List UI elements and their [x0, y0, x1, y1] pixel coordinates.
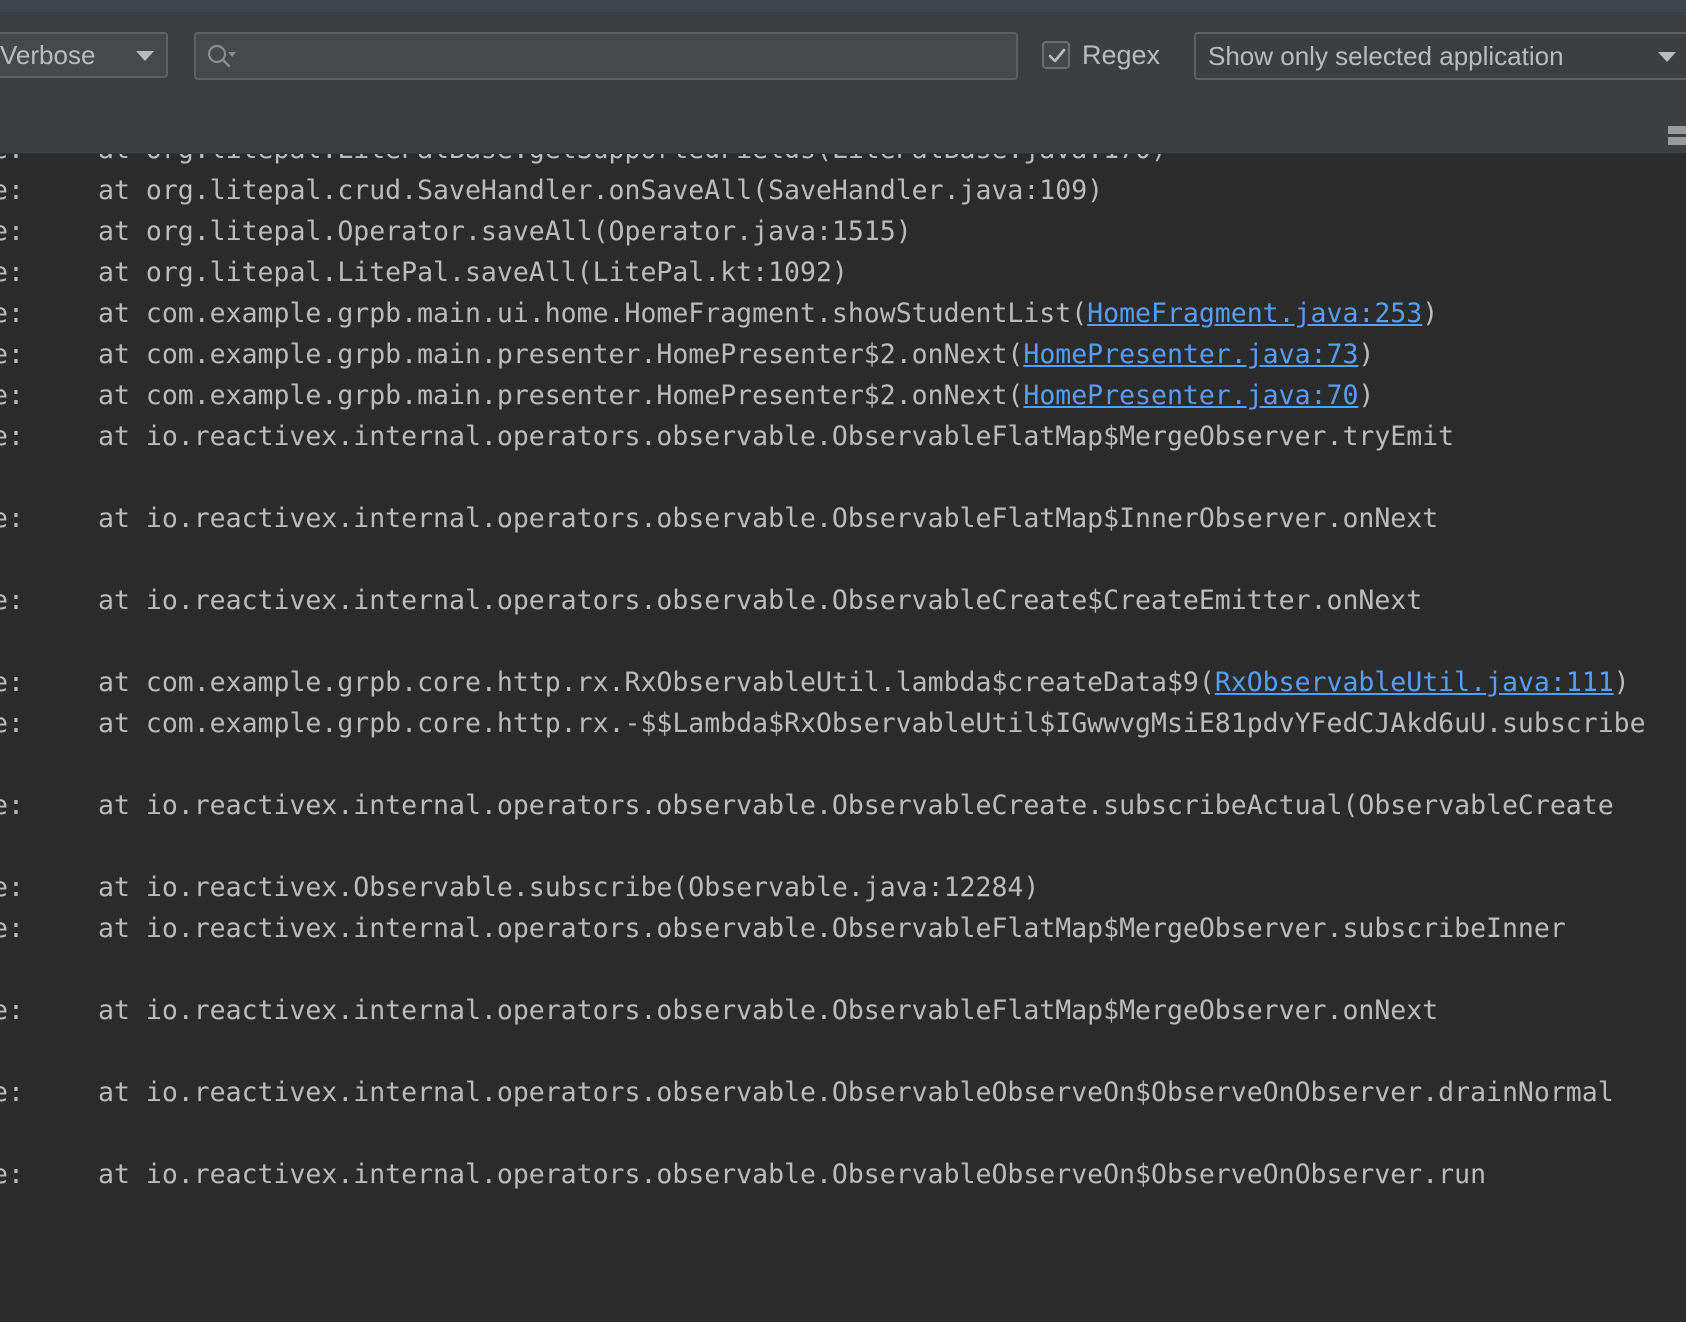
- log-line-prefix: e:: [0, 790, 24, 821]
- log-line-suffix: ): [1358, 380, 1375, 411]
- log-line-code: at com.example.grpb.core.http.rx.RxObser…: [98, 667, 1215, 698]
- log-line-text: at io.reactivex.internal.operators.obser…: [98, 784, 1614, 828]
- log-line: e: at io.reactivex.internal.operators.obs…: [0, 415, 1686, 459]
- log-line: e: at io.reactivex.internal.operators.obs…: [0, 579, 1686, 623]
- source-link[interactable]: HomePresenter.java:73: [1023, 339, 1358, 370]
- log-line-text: at org.litepal.Operator.saveAll(Operator…: [98, 210, 912, 254]
- log-level-value: Verbose: [0, 40, 96, 70]
- regex-label[interactable]: Regex: [1082, 38, 1160, 72]
- log-line-code: at io.reactivex.internal.operators.obser…: [98, 995, 1439, 1026]
- log-line: e: at io.reactivex.internal.operators.obs…: [0, 784, 1686, 828]
- log-line-text: at org.litepal.crud.SaveHandler.onSaveAl…: [98, 169, 1103, 213]
- log-line-code: at io.reactivex.Observable.subscribe(Obs…: [98, 872, 1040, 903]
- log-line-code: at io.reactivex.internal.operators.obser…: [98, 503, 1439, 534]
- log-line-code: at io.reactivex.internal.operators.obser…: [98, 585, 1423, 616]
- log-line-code: at com.example.grpb.main.presenter.HomeP…: [98, 380, 1024, 411]
- log-line: e: at io.reactivex.internal.operators.obs…: [0, 989, 1686, 1033]
- log-line-code: at com.example.grpb.main.presenter.HomeP…: [98, 339, 1024, 370]
- log-line-prefix: e:: [0, 421, 24, 452]
- log-line: e: at org.litepal.Operator.saveAll(Operat…: [0, 210, 1686, 254]
- logcat-toolbar: Verbose Regex Show only selected applica…: [0, 12, 1686, 154]
- log-line-code: at io.reactivex.internal.operators.obser…: [98, 1077, 1614, 1108]
- log-line-code: at io.reactivex.internal.operators.obser…: [98, 913, 1566, 944]
- log-line-prefix: e:: [0, 872, 24, 903]
- log-line: e: at org.litepal.crud.SaveHandler.onSave…: [0, 169, 1686, 213]
- log-line: e: at io.reactivex.Observable.subscribe(O…: [0, 866, 1686, 910]
- log-line: e: at com.example.grpb.core.http.rx.RxObs…: [0, 661, 1686, 705]
- log-line-text: at io.reactivex.internal.operators.obser…: [98, 1071, 1614, 1115]
- log-line: e: at io.reactivex.internal.operators.obs…: [0, 1153, 1686, 1197]
- log-line-prefix: e:: [0, 257, 24, 288]
- log-line-prefix: e:: [0, 585, 24, 616]
- log-line-text: at com.example.grpb.core.http.rx.RxObser…: [98, 661, 1630, 705]
- log-line: e: at com.example.grpb.main.presenter.Hom…: [0, 374, 1686, 418]
- app-filter-value: Show only selected application: [1208, 41, 1564, 71]
- window-top-strip: [0, 0, 1686, 12]
- log-line-prefix: e:: [0, 913, 24, 944]
- checkmark-icon: [1048, 48, 1066, 63]
- log-line-code: at org.litepal.crud.SaveHandler.onSaveAl…: [98, 175, 1104, 206]
- log-line-prefix: e:: [0, 995, 24, 1026]
- source-link[interactable]: HomePresenter.java:70: [1023, 380, 1358, 411]
- log-line-prefix: e:: [0, 175, 24, 206]
- log-line-text: at io.reactivex.internal.operators.obser…: [98, 989, 1438, 1033]
- log-line-prefix: e:: [0, 1159, 24, 1190]
- log-line-prefix: e:: [0, 1077, 24, 1108]
- source-link[interactable]: RxObservableUtil.java:111: [1215, 667, 1614, 698]
- log-line-code: at com.example.grpb.main.ui.home.HomeFra…: [98, 298, 1088, 329]
- log-line: e: at io.reactivex.internal.operators.obs…: [0, 1071, 1686, 1115]
- log-line-prefix: e:: [0, 503, 24, 534]
- log-line-prefix: e:: [0, 380, 24, 411]
- log-line-prefix: e:: [0, 298, 24, 329]
- log-line-text: at io.reactivex.internal.operators.obser…: [98, 1153, 1486, 1197]
- log-line-prefix: e:: [0, 667, 24, 698]
- log-line-text: at org.litepal.LitePal.saveAll(LitePal.k…: [98, 251, 848, 295]
- log-line: e: at com.example.grpb.main.presenter.Hom…: [0, 333, 1686, 377]
- log-level-dropdown[interactable]: Verbose: [0, 32, 168, 78]
- log-line-code: at org.litepal.Operator.saveAll(Operator…: [98, 216, 912, 247]
- log-line: e: at org.litepal.LitePal.saveAll(LitePal…: [0, 251, 1686, 295]
- log-line-code: at io.reactivex.internal.operators.obser…: [98, 421, 1455, 452]
- app-filter-dropdown[interactable]: Show only selected application: [1194, 32, 1686, 80]
- log-line-code: at io.reactivex.internal.operators.obser…: [98, 1159, 1487, 1190]
- log-line-text: at io.reactivex.internal.operators.obser…: [98, 415, 1454, 459]
- log-output[interactable]: e: at org.litepal.LitePalBase.getSupporte…: [0, 154, 1686, 1322]
- log-line-code: at com.example.grpb.core.http.rx.-$$Lamb…: [98, 708, 1646, 739]
- search-input[interactable]: [194, 32, 1018, 80]
- log-line: e: at io.reactivex.internal.operators.obs…: [0, 907, 1686, 951]
- chevron-down-icon: [1658, 52, 1676, 62]
- source-link[interactable]: HomeFragment.java:253: [1087, 298, 1422, 329]
- log-line-text: at com.example.grpb.main.presenter.HomeP…: [98, 333, 1374, 377]
- chevron-down-icon: [136, 51, 154, 61]
- log-line-suffix: ): [1358, 339, 1375, 370]
- log-line-text: at io.reactivex.internal.operators.obser…: [98, 497, 1438, 541]
- log-line-prefix: e:: [0, 708, 24, 739]
- log-line-suffix: ): [1613, 667, 1630, 698]
- panel-handle-icon[interactable]: [1668, 126, 1686, 146]
- log-line: e: at com.example.grpb.core.http.rx.-$$La…: [0, 702, 1686, 746]
- regex-checkbox[interactable]: [1042, 41, 1070, 69]
- log-line: e: at io.reactivex.internal.operators.obs…: [0, 497, 1686, 541]
- search-icon: [207, 44, 236, 68]
- log-line-prefix: e:: [0, 216, 24, 247]
- log-line-text: at com.example.grpb.main.presenter.HomeP…: [98, 374, 1374, 418]
- log-line-code: at io.reactivex.internal.operators.obser…: [98, 790, 1614, 821]
- log-line-prefix: e:: [0, 339, 24, 370]
- log-line-suffix: ): [1422, 298, 1439, 329]
- log-line-text: at io.reactivex.internal.operators.obser…: [98, 579, 1422, 623]
- log-line-code: at org.litepal.LitePal.saveAll(LitePal.k…: [98, 257, 848, 288]
- log-line-text: at com.example.grpb.core.http.rx.-$$Lamb…: [98, 702, 1646, 746]
- log-line-text: at io.reactivex.internal.operators.obser…: [98, 907, 1566, 951]
- log-line-code: at org.litepal.LitePalBase.getSupportedF…: [98, 154, 1167, 165]
- log-line-text: at com.example.grpb.main.ui.home.HomeFra…: [98, 292, 1438, 336]
- log-line-text: at io.reactivex.Observable.subscribe(Obs…: [98, 866, 1039, 910]
- log-line: e: at com.example.grpb.main.ui.home.HomeF…: [0, 292, 1686, 336]
